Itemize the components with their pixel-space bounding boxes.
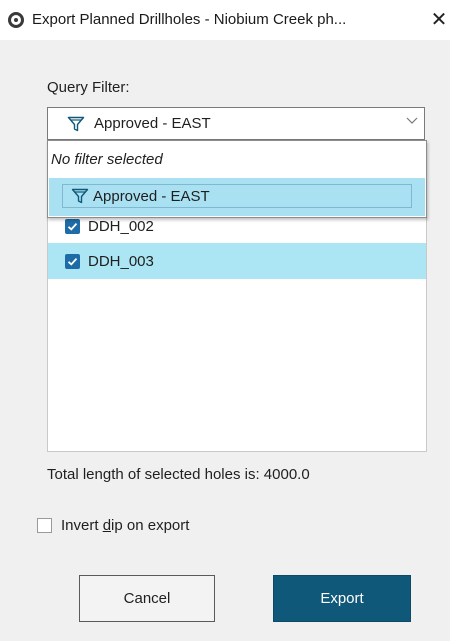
- dropdown-option-no-filter[interactable]: No filter selected: [51, 151, 163, 168]
- list-item[interactable]: DDH_003: [48, 243, 426, 279]
- hole-checkbox[interactable]: [65, 219, 80, 234]
- filter-funnel-icon: [67, 116, 85, 132]
- invert-dip-label-prefix: Invert: [61, 517, 103, 534]
- cancel-button[interactable]: Cancel: [79, 575, 215, 622]
- hole-name: DDH_003: [88, 253, 154, 270]
- hole-checkbox[interactable]: [65, 254, 80, 269]
- dropdown-option-approved-east[interactable]: Approved - EAST: [49, 178, 425, 216]
- query-filter-value: Approved - EAST: [94, 115, 211, 132]
- total-length-text: Total length of selected holes is: 4000.…: [47, 466, 310, 483]
- title-bar: Export Planned Drillholes - Niobium Cree…: [0, 0, 450, 40]
- query-filter-label: Query Filter:: [47, 79, 130, 96]
- cancel-button-label: Cancel: [123, 590, 171, 607]
- export-button-label: Export: [320, 590, 364, 607]
- export-button[interactable]: Export: [273, 575, 411, 622]
- invert-dip-label-suffix: ip on export: [111, 517, 190, 534]
- close-button[interactable]: ✕: [428, 8, 450, 32]
- filter-funnel-icon: [71, 188, 89, 204]
- chevron-down-icon[interactable]: [405, 113, 419, 127]
- invert-dip-label[interactable]: Invert dip on export: [61, 517, 189, 534]
- check-icon: [67, 222, 78, 231]
- query-filter-dropdown[interactable]: No filter selected Approved - EAST: [47, 140, 427, 218]
- query-filter-combobox[interactable]: Approved - EAST: [47, 107, 425, 140]
- app-logo-icon: [8, 12, 24, 28]
- dropdown-option-label: Approved - EAST: [93, 188, 210, 205]
- hole-name: DDH_002: [88, 218, 154, 235]
- window-title: Export Planned Drillholes - Niobium Cree…: [32, 11, 347, 28]
- invert-dip-checkbox[interactable]: [37, 518, 52, 533]
- check-icon: [67, 257, 78, 266]
- invert-dip-mnemonic: d: [102, 517, 112, 534]
